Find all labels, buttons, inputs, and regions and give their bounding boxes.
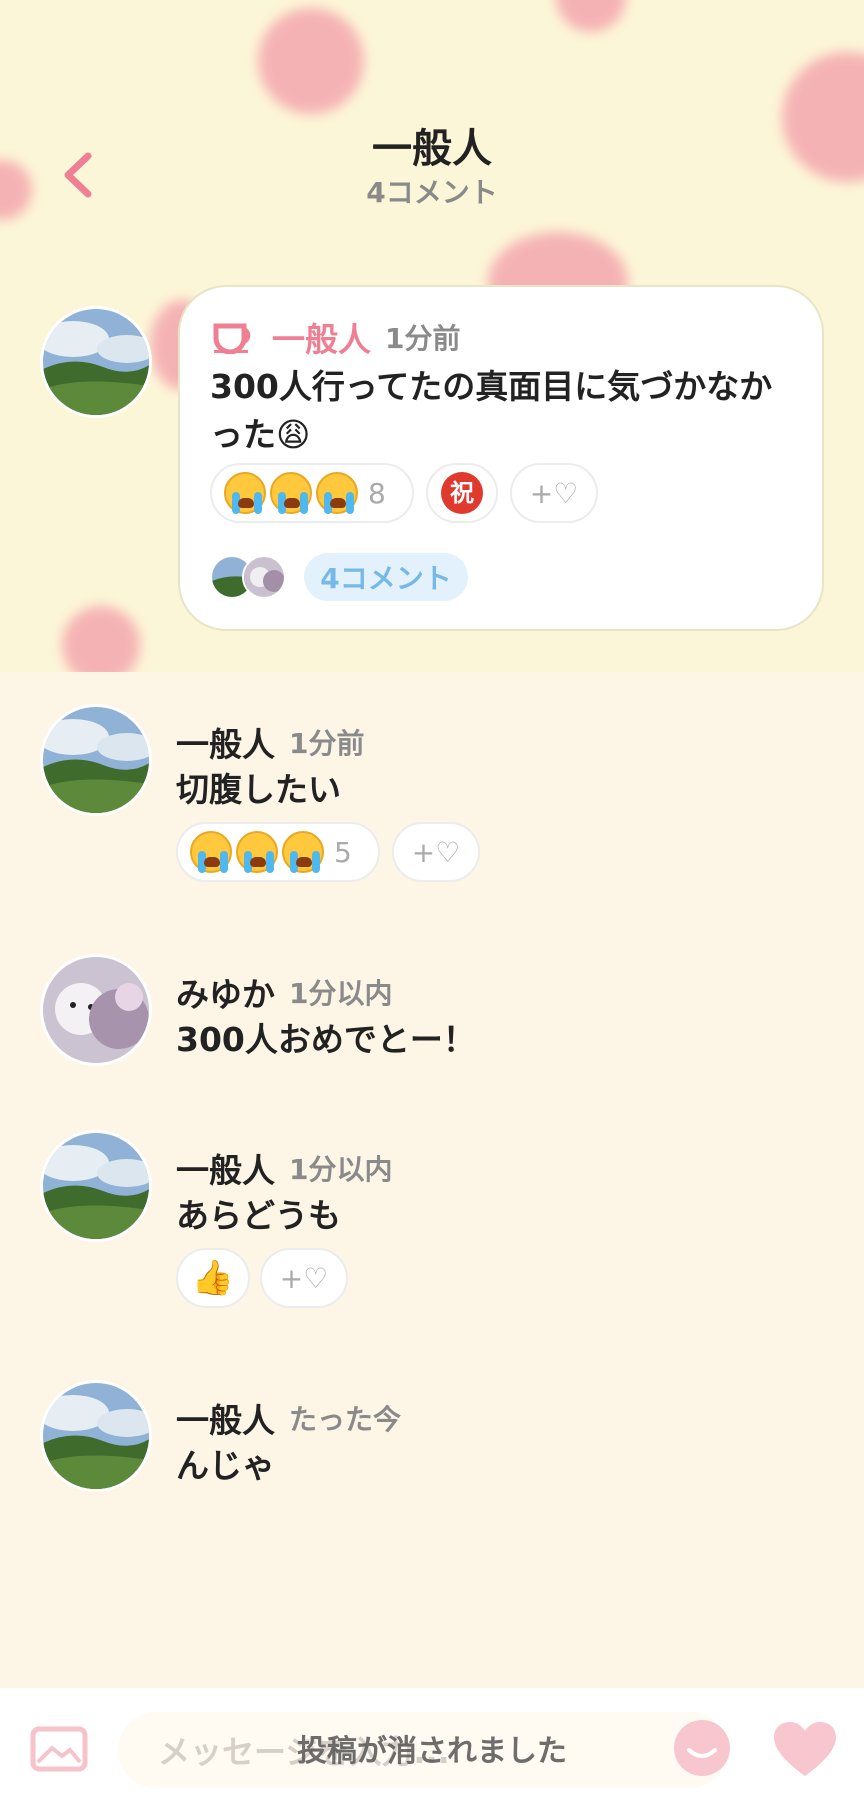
decor-dot [556, 0, 626, 32]
crying-face-icon [316, 472, 358, 514]
thumbs-up-icon: 👍 [191, 1258, 235, 1298]
decor-dot [258, 8, 364, 114]
celebration-badge-icon: 祝 [441, 472, 483, 514]
comment-time: 1分以内 [289, 1153, 393, 1186]
comment-text: んじゃ [176, 1446, 275, 1485]
comment-time: たった今 [289, 1403, 402, 1436]
avatar[interactable] [40, 1130, 152, 1242]
cry-reaction-chip[interactable]: 5 [176, 822, 380, 882]
reaction-count: 8 [368, 476, 386, 510]
comment-header: みゆか 1分以内 [176, 968, 392, 1016]
post-time: 1分前 [385, 322, 461, 355]
comments-pill[interactable]: 4コメント [304, 553, 468, 601]
add-reaction-button[interactable]: +♡ [260, 1248, 348, 1308]
decor-dot [62, 606, 140, 672]
comment-author[interactable]: みゆか [176, 968, 275, 1016]
avatar[interactable] [40, 306, 152, 418]
avatar[interactable] [40, 1380, 152, 1492]
page-title: 一般人 [372, 126, 492, 172]
comment-time: 1分以内 [289, 977, 393, 1010]
crying-face-icon [224, 472, 266, 514]
comment-author[interactable]: 一般人 [176, 718, 275, 766]
comment-header: 一般人 1分以内 [176, 1144, 392, 1192]
comment-text: あらどうも [176, 1196, 341, 1235]
add-reaction-label: +♡ [279, 1261, 329, 1295]
avatar[interactable] [40, 954, 152, 1066]
comment-time: 1分前 [289, 727, 365, 760]
crying-face-icon [282, 831, 324, 873]
crying-face-icon [270, 472, 312, 514]
add-reaction-button[interactable]: +♡ [392, 822, 480, 882]
post-card[interactable]: 一般人 1分前 300人行ってたの真面目に気づかなかった😩 8 祝 +♡ [178, 285, 824, 631]
avatar[interactable] [40, 704, 152, 816]
comment-author[interactable]: 一般人 [176, 1394, 275, 1442]
comment-text: 300人おめでとー！ [176, 1020, 476, 1059]
cup-icon [213, 323, 251, 354]
page-header: 一般人 4コメント [0, 125, 864, 213]
reaction-count: 5 [334, 835, 352, 869]
crying-face-icon [190, 831, 232, 873]
comment-text: 切腹したい [176, 770, 341, 809]
add-reaction-label: +♡ [411, 835, 461, 869]
post-message: 300人行ってたの真面目に気づかなかった😩 [210, 367, 773, 454]
post-author[interactable]: 一般人 [272, 313, 371, 361]
comment-header: 一般人 たった今 [176, 1394, 401, 1442]
celebrate-reaction-chip[interactable]: 祝 [426, 463, 498, 523]
cry-reaction-chip[interactable]: 8 [210, 463, 414, 523]
deleted-toast: 投稿が消されました [297, 1734, 567, 1769]
add-reaction-button[interactable]: +♡ [510, 463, 598, 523]
comment-author[interactable]: 一般人 [176, 1144, 275, 1192]
add-reaction-label: +♡ [529, 476, 579, 510]
comment-header: 一般人 1分前 [176, 718, 364, 766]
comment-count: 4コメント [366, 176, 498, 209]
crying-face-icon [236, 831, 278, 873]
commenter-avatar [242, 555, 286, 599]
thumbs-up-reaction-chip[interactable]: 👍 [176, 1248, 250, 1308]
post-header: 一般人 1分前 [212, 313, 460, 361]
